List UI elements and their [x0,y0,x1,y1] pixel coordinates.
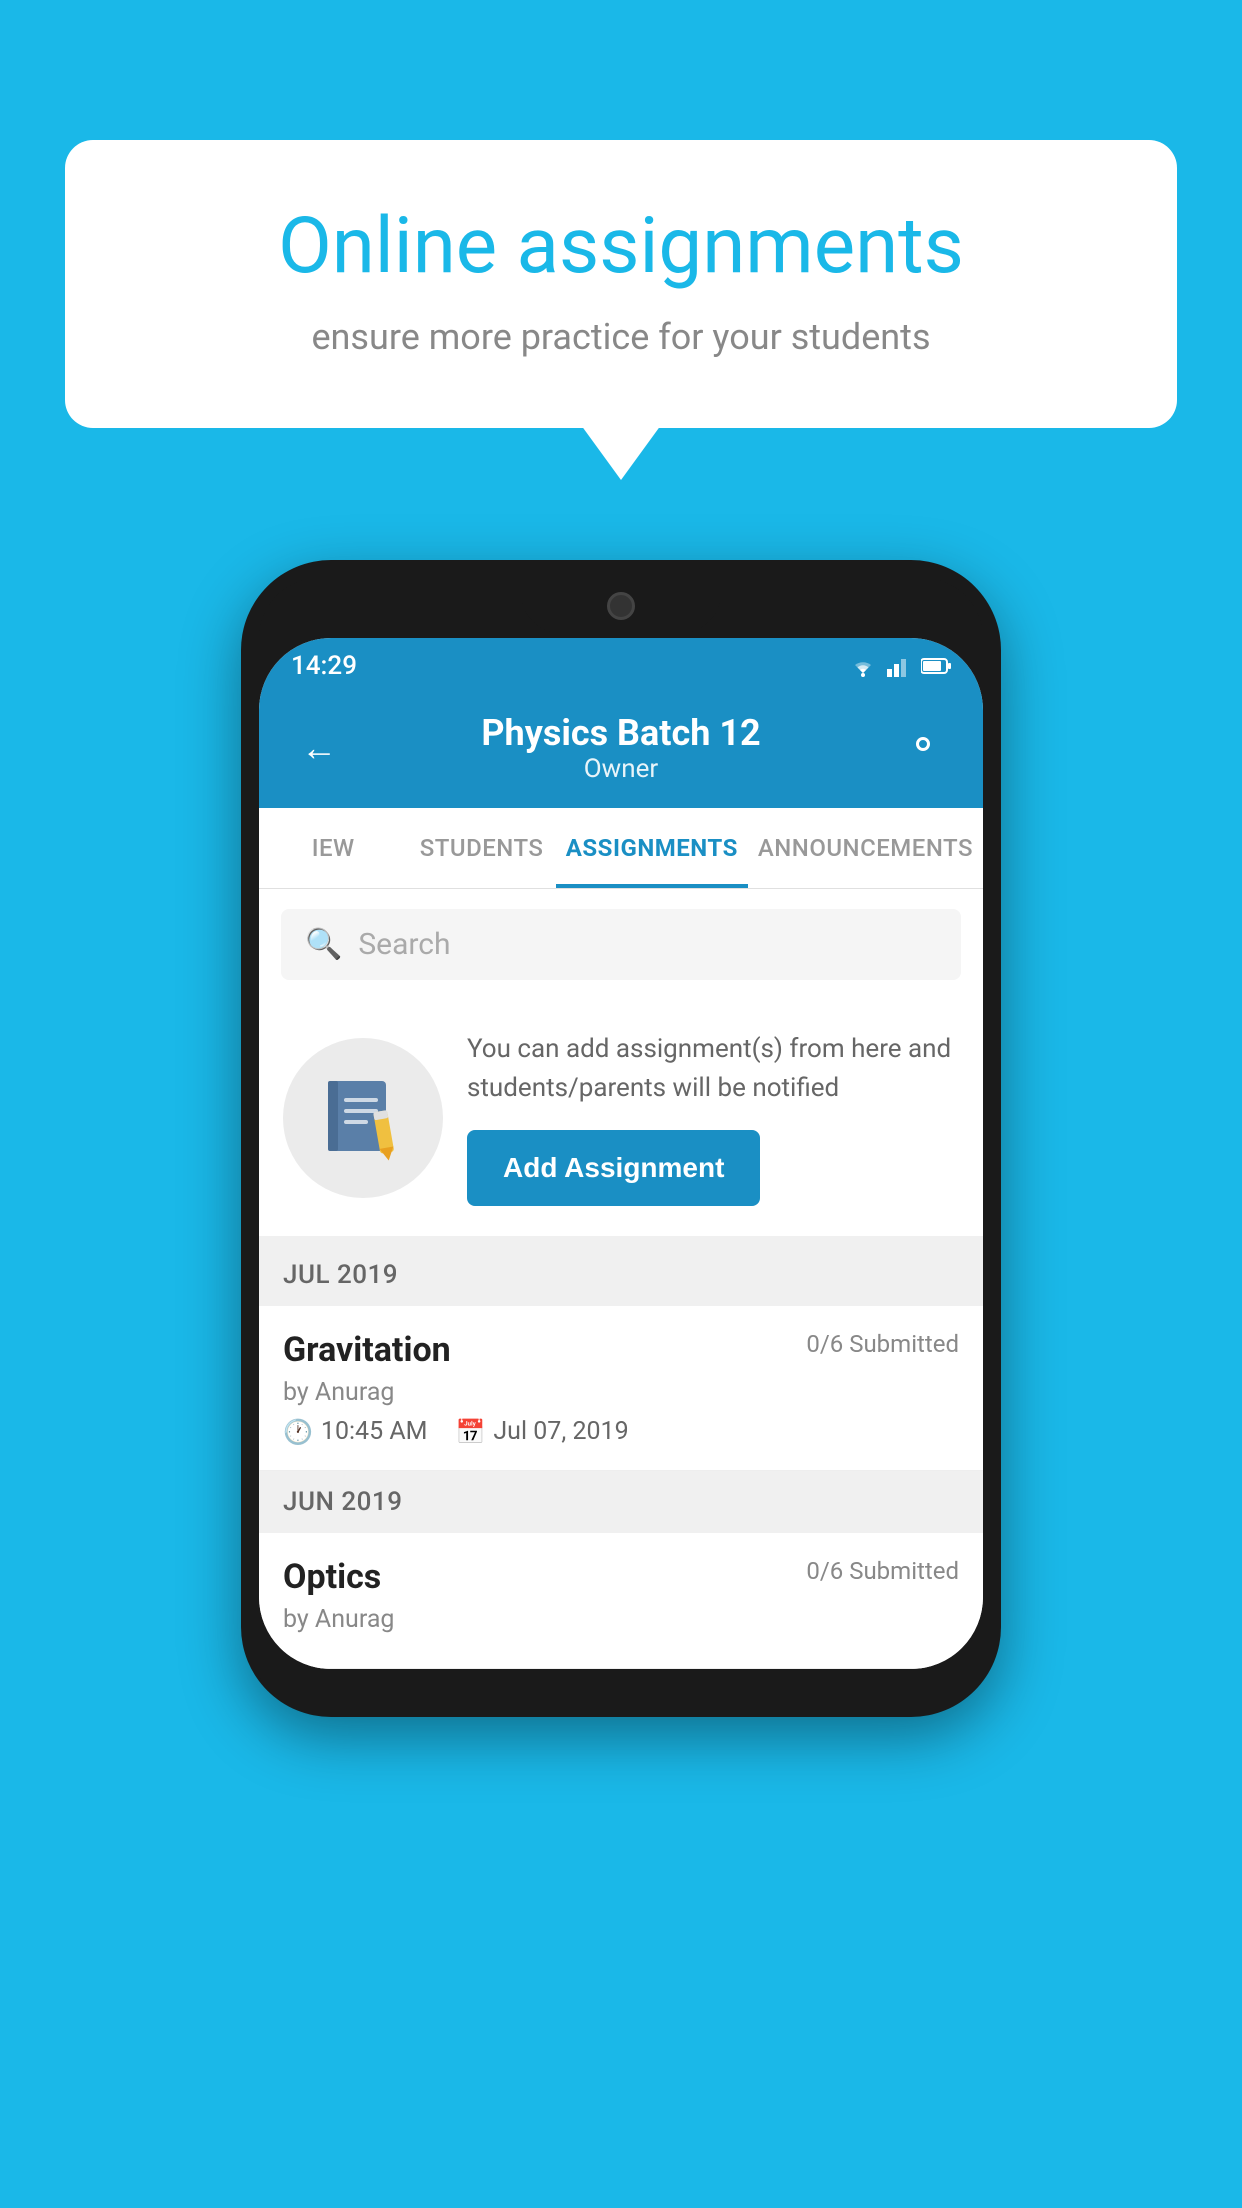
speech-bubble-container: Online assignments ensure more practice … [65,140,1177,428]
clock-icon: 🕐 [283,1418,313,1446]
search-container: 🔍 Search [259,889,983,1000]
assignment-top: Gravitation 0/6 Submitted [283,1330,959,1370]
promo-text: You can add assignment(s) from here and … [467,1030,959,1108]
wifi-icon [849,655,877,677]
search-box[interactable]: 🔍 Search [281,909,961,980]
tabs-bar: IEW STUDENTS ASSIGNMENTS ANNOUNCEMENTS [259,808,983,889]
assignment-item-optics[interactable]: Optics 0/6 Submitted by Anurag [259,1533,983,1669]
phone-screen: 14:29 [259,638,983,1669]
promo-section: You can add assignment(s) from here and … [259,1000,983,1244]
assignment-by: by Anurag [283,1378,959,1407]
add-assignment-button[interactable]: Add Assignment [467,1130,760,1206]
status-bar: 14:29 [259,638,983,694]
status-time: 14:29 [291,651,357,681]
calendar-icon: 📅 [455,1418,485,1446]
notebook-icon [318,1073,408,1163]
signal-icon [887,655,911,677]
search-placeholder: Search [358,927,450,962]
month-header-jun: JUN 2019 [259,1471,983,1533]
month-label-jun: JUN 2019 [283,1487,402,1517]
promo-content: You can add assignment(s) from here and … [467,1030,959,1206]
phone-mockup: 14:29 [241,560,1001,1717]
search-icon: 🔍 [305,927,342,962]
tab-iew[interactable]: IEW [259,808,407,888]
assignment-top-optics: Optics 0/6 Submitted [283,1557,959,1597]
tab-announcements[interactable]: ANNOUNCEMENTS [748,808,983,888]
bubble-subtitle: ensure more practice for your students [145,316,1097,358]
app-header: ← Physics Batch 12 Owner [259,694,983,808]
bubble-title: Online assignments [145,200,1097,294]
meta-time-value: 10:45 AM [321,1417,428,1446]
tab-assignments[interactable]: ASSIGNMENTS [556,808,748,888]
assignment-title: Gravitation [283,1330,451,1370]
back-button[interactable]: ← [289,727,349,769]
tab-students[interactable]: STUDENTS [407,808,555,888]
meta-date-value: Jul 07, 2019 [493,1417,628,1446]
settings-button[interactable] [893,724,953,773]
assignment-by-optics: by Anurag [283,1605,959,1634]
phone-camera [607,592,635,620]
assignment-submitted: 0/6 Submitted [806,1330,959,1358]
header-center: Physics Batch 12 Owner [481,712,760,784]
meta-time: 🕐 10:45 AM [283,1417,427,1446]
assignment-meta: 🕐 10:45 AM 📅 Jul 07, 2019 [283,1417,959,1446]
month-label-jul: JUL 2019 [283,1260,398,1290]
battery-icon [921,657,951,675]
header-subtitle: Owner [481,754,760,784]
meta-date: 📅 Jul 07, 2019 [455,1417,628,1446]
assignment-title-optics: Optics [283,1557,381,1597]
speech-bubble: Online assignments ensure more practice … [65,140,1177,428]
assignment-submitted-optics: 0/6 Submitted [806,1557,959,1585]
month-header-jul: JUL 2019 [259,1244,983,1306]
assignment-item-gravitation[interactable]: Gravitation 0/6 Submitted by Anurag 🕐 10… [259,1306,983,1471]
header-title: Physics Batch 12 [481,712,760,754]
promo-icon-circle [283,1038,443,1198]
status-icons [849,655,951,677]
